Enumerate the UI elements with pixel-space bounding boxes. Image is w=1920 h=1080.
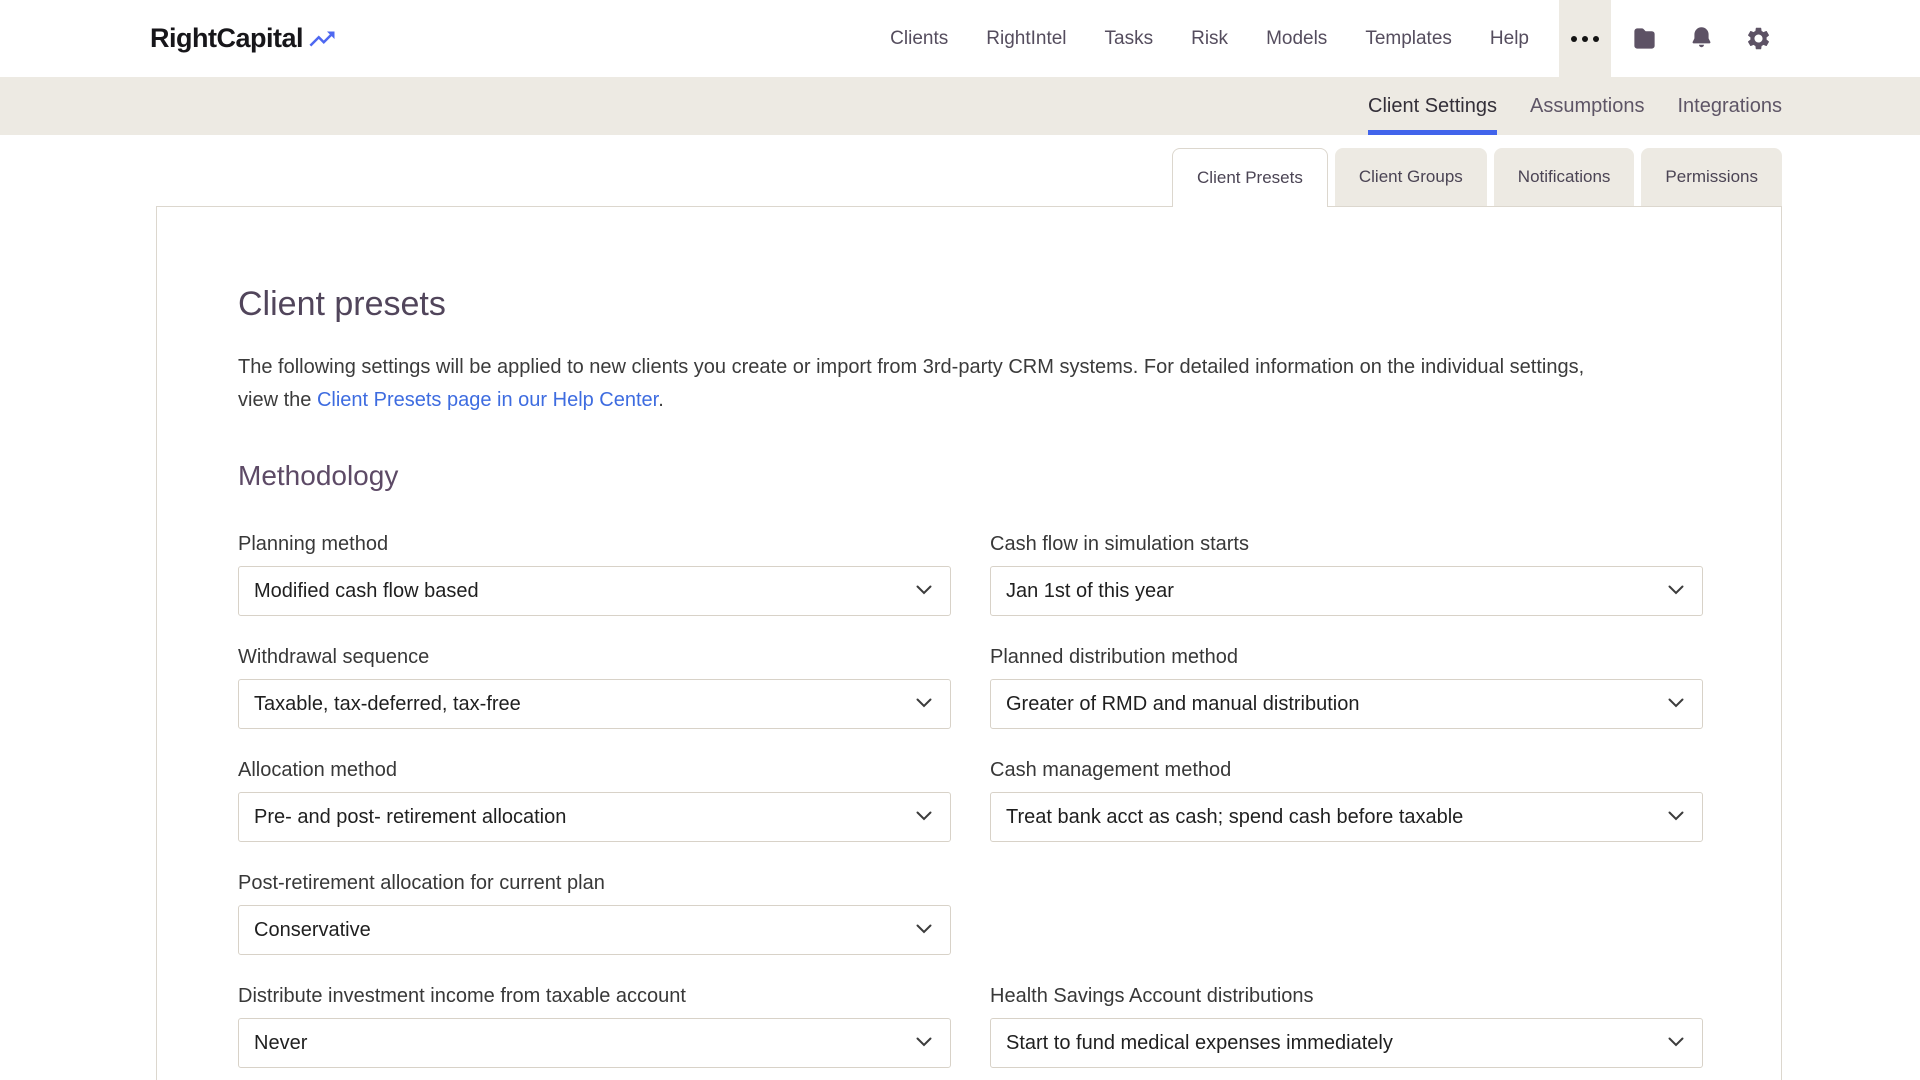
tab-client-groups[interactable]: Client Groups [1335, 148, 1487, 206]
gear-icon[interactable] [1745, 25, 1772, 52]
settings-tabs: Client Presets Client Groups Notificatio… [0, 148, 1920, 206]
planned-distribution-method-select[interactable]: Greater of RMD and manual distribution [990, 679, 1703, 729]
nav-item-risk[interactable]: Risk [1191, 28, 1228, 50]
top-nav-icon-group [1631, 0, 1772, 77]
field-planned-distribution-method: Planned distribution method Greater of R… [990, 645, 1703, 729]
hsa-distributions-select[interactable]: Start to fund medical expenses immediate… [990, 1018, 1703, 1068]
field-allocation-method: Allocation method Pre- and post- retirem… [238, 758, 951, 842]
help-center-link[interactable]: Client Presets page in our Help Center [317, 389, 658, 411]
field-hsa-distributions: Health Savings Account distributions Sta… [990, 984, 1703, 1068]
brand-name: RightCapital [150, 23, 303, 54]
chevron-down-icon [916, 1034, 932, 1052]
chevron-down-icon [1668, 1034, 1684, 1052]
intro-line2-suffix: . [658, 389, 664, 411]
field-label: Planning method [238, 532, 951, 557]
secondary-nav-client-settings[interactable]: Client Settings [1368, 77, 1497, 135]
field-post-retirement-allocation: Post-retirement allocation for current p… [238, 871, 951, 955]
secondary-nav-integrations[interactable]: Integrations [1677, 77, 1782, 135]
secondary-nav-assumptions[interactable]: Assumptions [1530, 77, 1645, 135]
tab-permissions[interactable]: Permissions [1641, 148, 1782, 206]
planning-method-select[interactable]: Modified cash flow based [238, 566, 951, 616]
methodology-form-grid: Planning method Modified cash flow based… [238, 532, 1701, 1068]
top-nav: RightCapital Clients RightIntel Tasks Ri… [0, 0, 1920, 77]
field-label: Cash management method [990, 758, 1703, 783]
chevron-down-icon [916, 695, 932, 713]
brand-logo[interactable]: RightCapital [150, 0, 339, 77]
chevron-down-icon [916, 921, 932, 939]
secondary-nav: Client Settings Assumptions Integrations [0, 77, 1920, 135]
tabs-spacer [0, 135, 1920, 148]
folder-icon[interactable] [1631, 25, 1658, 52]
chevron-down-icon [1668, 695, 1684, 713]
cash-management-method-select[interactable]: Treat bank acct as cash; spend cash befo… [990, 792, 1703, 842]
tab-notifications[interactable]: Notifications [1494, 148, 1635, 206]
trending-up-icon [305, 24, 339, 59]
distribute-investment-income-select[interactable]: Never [238, 1018, 951, 1068]
more-menu-button[interactable] [1559, 0, 1611, 77]
chevron-down-icon [916, 808, 932, 826]
more-ellipsis-icon [1571, 36, 1577, 42]
tab-client-presets[interactable]: Client Presets [1172, 148, 1328, 207]
nav-item-rightintel[interactable]: RightIntel [986, 28, 1066, 50]
chevron-down-icon [1668, 808, 1684, 826]
nav-item-models[interactable]: Models [1266, 28, 1327, 50]
methodology-section-title: Methodology [238, 458, 1701, 494]
page-title: Client presets [238, 283, 1701, 325]
field-planning-method: Planning method Modified cash flow based [238, 532, 951, 616]
nav-item-tasks[interactable]: Tasks [1105, 28, 1154, 50]
chevron-down-icon [916, 582, 932, 600]
client-presets-panel: Client presets The following settings wi… [156, 206, 1782, 1080]
intro-paragraph: The following settings will be applied t… [238, 351, 1701, 417]
allocation-method-select[interactable]: Pre- and post- retirement allocation [238, 792, 951, 842]
field-cash-flow-simulation-starts: Cash flow in simulation starts Jan 1st o… [990, 532, 1703, 616]
field-withdrawal-sequence: Withdrawal sequence Taxable, tax-deferre… [238, 645, 951, 729]
field-label: Distribute investment income from taxabl… [238, 984, 951, 1009]
intro-line2-prefix: view the [238, 389, 317, 411]
field-label: Planned distribution method [990, 645, 1703, 670]
field-label: Cash flow in simulation starts [990, 532, 1703, 557]
nav-item-clients[interactable]: Clients [890, 28, 948, 50]
post-retirement-allocation-select[interactable]: Conservative [238, 905, 951, 955]
field-cash-management-method: Cash management method Treat bank acct a… [990, 758, 1703, 842]
nav-item-help[interactable]: Help [1490, 28, 1529, 50]
field-label: Health Savings Account distributions [990, 984, 1703, 1009]
field-distribute-investment-income: Distribute investment income from taxabl… [238, 984, 951, 1068]
withdrawal-sequence-select[interactable]: Taxable, tax-deferred, tax-free [238, 679, 951, 729]
bell-icon[interactable] [1688, 25, 1715, 52]
chevron-down-icon [1668, 582, 1684, 600]
field-label: Withdrawal sequence [238, 645, 951, 670]
field-label: Post-retirement allocation for current p… [238, 871, 951, 896]
cash-flow-simulation-starts-select[interactable]: Jan 1st of this year [990, 566, 1703, 616]
top-nav-right: Clients RightIntel Tasks Risk Models Tem… [890, 0, 1772, 77]
nav-item-templates[interactable]: Templates [1365, 28, 1452, 50]
field-label: Allocation method [238, 758, 951, 783]
top-nav-links: Clients RightIntel Tasks Risk Models Tem… [890, 0, 1529, 77]
intro-line1: The following settings will be applied t… [238, 356, 1584, 378]
